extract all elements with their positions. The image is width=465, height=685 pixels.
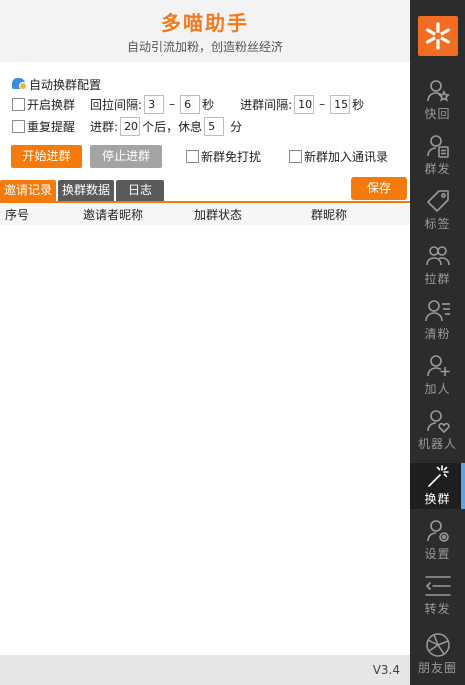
repeat-remind-checkbox[interactable] bbox=[12, 119, 25, 133]
sidebar-item-quick-reply[interactable]: 快回 bbox=[410, 78, 465, 124]
pull-interval-max-input[interactable] bbox=[180, 94, 201, 114]
range-dash: – bbox=[319, 97, 326, 111]
sidebar-item-label: 快回 bbox=[424, 107, 451, 121]
rest-label: 个后，休息 bbox=[142, 119, 203, 134]
tab-switch-data[interactable]: 换群数据 bbox=[58, 180, 115, 201]
config-row-switch: 开启换群 回拉间隔: – 秒 进群间隔: – 秒 bbox=[12, 94, 364, 114]
repeat-remind-label: 重复提醒 bbox=[27, 119, 76, 134]
sidebar-item-label: 换群 bbox=[424, 492, 451, 506]
add-contacts-checkbox[interactable] bbox=[289, 149, 302, 163]
sidebar-item-label: 转发 bbox=[424, 602, 451, 616]
group-icon bbox=[425, 246, 450, 266]
sidebar-item-moments[interactable]: 朋友圈 bbox=[410, 632, 465, 678]
start-join-button[interactable]: 开始进群 bbox=[11, 145, 82, 168]
tag-icon bbox=[426, 190, 449, 212]
no-disturb-option: 新群免打扰 bbox=[186, 148, 261, 164]
join-count-input[interactable] bbox=[120, 116, 141, 136]
flower-logo-icon bbox=[418, 16, 458, 56]
pull-interval-label: 回拉间隔: bbox=[90, 97, 143, 112]
join-count-label: 进群: bbox=[90, 119, 119, 134]
sidebar-item-forward[interactable]: 转发 bbox=[410, 573, 465, 619]
sidebar-item-label: 朋友圈 bbox=[417, 661, 457, 675]
rest-minutes-input[interactable] bbox=[204, 116, 225, 136]
save-button[interactable]: 保存 bbox=[351, 177, 407, 200]
join-interval-min-input[interactable] bbox=[294, 94, 315, 114]
column-header-status: 加群状态 bbox=[194, 208, 243, 222]
sidebar-item-label: 加人 bbox=[424, 382, 451, 396]
sidebar-item-settings[interactable]: 设置 bbox=[410, 518, 465, 564]
app-header: 多喵助手 自动引流加粉，创造粉丝经济 bbox=[0, 0, 410, 62]
sidebar-item-label: 机器人 bbox=[417, 437, 457, 451]
user-heart-icon bbox=[426, 410, 450, 434]
column-header-inviter: 邀请者昵称 bbox=[83, 208, 144, 222]
no-disturb-checkbox[interactable] bbox=[186, 149, 199, 163]
no-disturb-label: 新群免打扰 bbox=[201, 149, 262, 164]
record-tabs: 邀请记录 换群数据 日志 bbox=[0, 180, 166, 201]
column-header-group-nickname: 群昵称 bbox=[311, 208, 348, 222]
sidebar-item-label: 标签 bbox=[424, 217, 451, 231]
user-plus-icon bbox=[426, 355, 449, 377]
user-list-icon bbox=[424, 300, 450, 322]
column-header-index: 序号 bbox=[5, 208, 30, 222]
sidebar-item-tags[interactable]: 标签 bbox=[410, 188, 465, 234]
forward-lines-icon bbox=[424, 576, 451, 596]
sidebar-item-add-friend[interactable]: 加人 bbox=[410, 353, 465, 399]
app-title: 多喵助手 bbox=[161, 11, 249, 35]
sidebar-item-label: 群发 bbox=[424, 162, 451, 176]
join-interval-unit: 秒 bbox=[352, 97, 365, 112]
sidebar-item-robot[interactable]: 机器人 bbox=[410, 408, 465, 454]
enable-switch-label: 开启换群 bbox=[27, 97, 76, 112]
sidebar-item-clean-fans[interactable]: 清粉 bbox=[410, 298, 465, 344]
add-contacts-option: 新群加入通讯录 bbox=[289, 148, 388, 164]
chat-bubble-icon bbox=[12, 77, 27, 91]
join-interval-max-input[interactable] bbox=[330, 94, 351, 114]
right-sidebar: 快回 群发 标签 拉群 清粉 加人 机器人 换群 设置 转发 朋友圈 bbox=[410, 0, 465, 685]
user-doc-icon bbox=[426, 135, 449, 158]
config-section-header: 自动换群配置 bbox=[12, 76, 101, 92]
join-interval-label: 进群间隔: bbox=[240, 97, 293, 112]
add-contacts-label: 新群加入通讯录 bbox=[304, 149, 389, 164]
active-indicator bbox=[461, 463, 465, 509]
pull-interval-min-input[interactable] bbox=[144, 94, 165, 114]
app-subtitle: 自动引流加粉，创造粉丝经济 bbox=[126, 40, 283, 54]
rest-minutes-unit: 分 bbox=[230, 119, 243, 134]
sidebar-item-mass-send[interactable]: 群发 bbox=[410, 133, 465, 179]
tab-invite-records[interactable]: 邀请记录 bbox=[0, 180, 57, 201]
footer-bar: V3.4 bbox=[0, 655, 410, 685]
magic-wand-icon bbox=[427, 465, 449, 487]
config-row-repeat: 重复提醒 进群: 个后，休息 分 bbox=[12, 116, 242, 136]
stop-join-button[interactable]: 停止进群 bbox=[90, 145, 162, 168]
enable-switch-checkbox[interactable] bbox=[12, 97, 25, 111]
user-star-icon bbox=[426, 80, 450, 102]
sidebar-item-label: 设置 bbox=[424, 547, 451, 561]
main-panel: 多喵助手 自动引流加粉，创造粉丝经济 自动换群配置 开启换群 回拉间隔: – 秒… bbox=[0, 0, 410, 685]
sidebar-item-switch-group[interactable]: 换群 bbox=[410, 463, 465, 509]
sidebar-item-label: 清粉 bbox=[424, 327, 451, 341]
pull-interval-unit: 秒 bbox=[202, 97, 215, 112]
sidebar-item-label: 拉群 bbox=[424, 272, 451, 286]
config-section-title: 自动换群配置 bbox=[29, 77, 102, 92]
aperture-icon bbox=[425, 633, 450, 657]
range-dash: – bbox=[169, 97, 176, 111]
sidebar-item-pull-group[interactable]: 拉群 bbox=[410, 243, 465, 289]
user-gear-icon bbox=[426, 520, 449, 542]
tab-log[interactable]: 日志 bbox=[116, 180, 165, 201]
version-label: V3.4 bbox=[372, 663, 400, 677]
table-header: 序号 邀请者昵称 加群状态 群昵称 bbox=[0, 201, 410, 225]
